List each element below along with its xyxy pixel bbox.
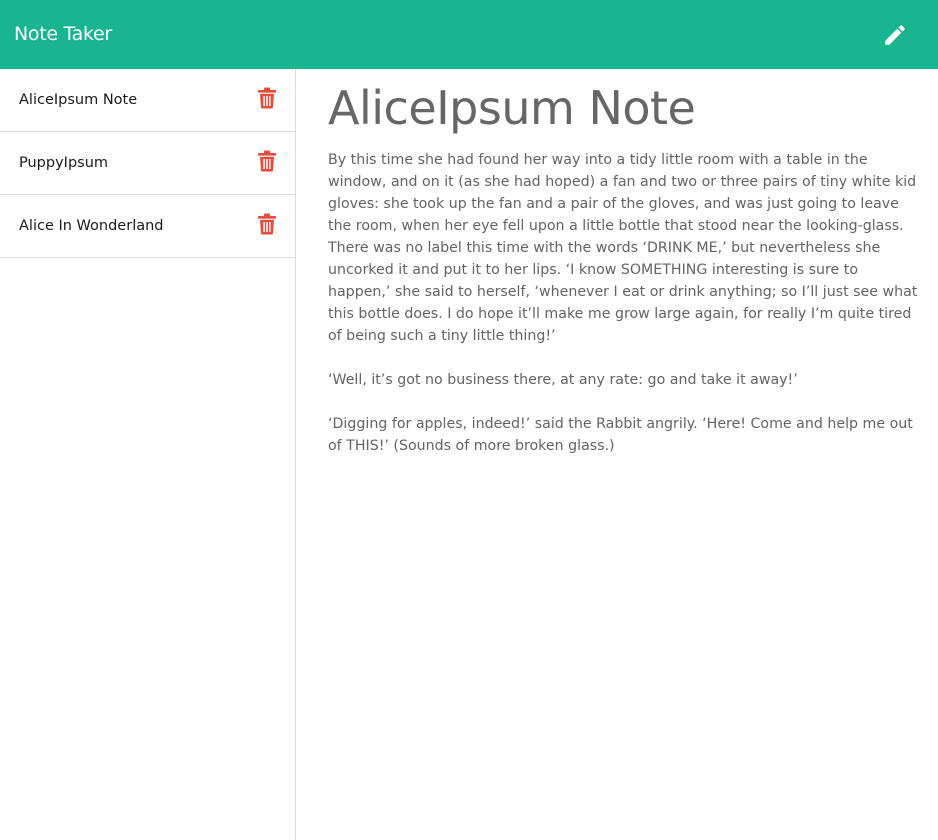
app-title[interactable]: Note Taker [14,22,112,46]
note-paragraph: ‘Digging for apples, indeed!’ said the R… [328,416,913,454]
note-item-alice-in-wonderland[interactable]: Alice In Wonderland [0,195,295,258]
trash-icon[interactable] [258,150,276,172]
note-item-title: PuppyIpsum [19,155,109,171]
navbar: Note Taker [0,0,938,69]
note-item-title: AliceIpsum Note [19,92,138,108]
pencil-icon [885,25,905,45]
note-paragraph: ‘Well, it’s got no business there, at an… [328,372,798,388]
trash-icon[interactable] [258,87,276,109]
note-item-puppyipsum[interactable]: PuppyIpsum [0,132,295,195]
note-item-title: Alice In Wonderland [19,218,164,234]
new-note-button[interactable] [878,18,912,52]
note-text[interactable]: By this time she had found her way into … [328,149,920,479]
trash-icon[interactable] [258,213,276,235]
note-title[interactable]: AliceIpsum Note [328,79,696,137]
sidebar: AliceIpsum Note PuppyIpsum Alice In Wond… [0,69,296,840]
note-item-aliceipsum-note[interactable]: AliceIpsum Note [0,69,295,132]
note-editor: AliceIpsum Note By this time she had fou… [296,69,938,840]
note-list: AliceIpsum Note PuppyIpsum Alice In Wond… [0,69,295,258]
note-paragraph: By this time she had found her way into … [328,152,918,344]
